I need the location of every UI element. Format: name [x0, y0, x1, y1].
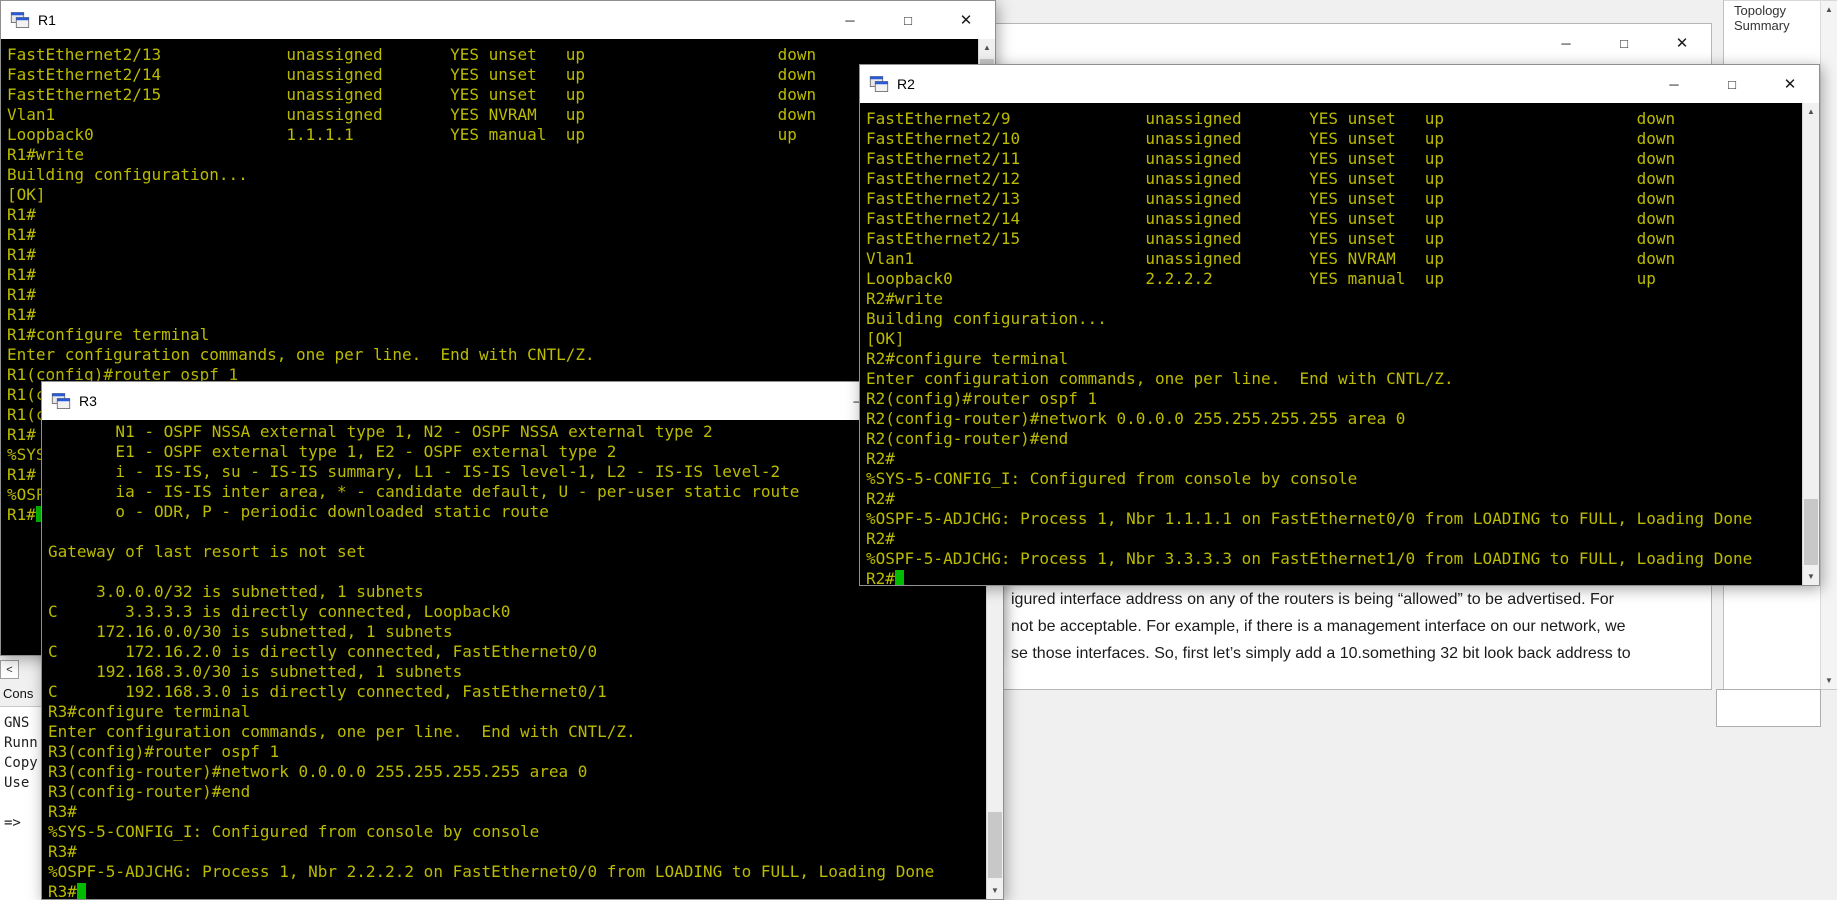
terminal-line: Building configuration...	[866, 309, 1107, 328]
terminal-line: Enter configuration commands, one per li…	[48, 722, 636, 741]
maximize-button[interactable]: □	[879, 1, 937, 39]
document-line: igured interface address on any of the r…	[1011, 591, 1614, 608]
terminal-line: FastEthernet2/14 unassigned YES unset up…	[7, 65, 817, 84]
terminal-line: 172.16.0.0/30 is subnetted, 1 subnets	[48, 622, 453, 641]
terminal-line: C 172.16.2.0 is directly connected, Fast…	[48, 642, 598, 661]
titlebar-r2[interactable]: R2 ─ □ ✕	[860, 65, 1819, 103]
terminal-line: [OK]	[7, 185, 46, 204]
terminal-line: R3(config-router)#network 0.0.0.0 255.25…	[48, 762, 588, 781]
terminal-line: R1#write	[7, 145, 85, 164]
putty-window-r2: R2 ─ □ ✕ FastEthernet2/9 unassigned YES …	[859, 64, 1820, 586]
terminal-line: FastEthernet2/12 unassigned YES unset up…	[866, 169, 1676, 188]
terminal-line: R1#configure terminal	[7, 325, 210, 344]
scroll-down-icon[interactable]: ▼	[1803, 568, 1819, 585]
topology-panel-scrollbar[interactable]: ▲ ▼	[1820, 1, 1837, 689]
terminal-cursor	[894, 570, 904, 585]
terminal-line: Vlan1 unassigned YES NVRAM up down	[866, 249, 1676, 268]
terminal-line: R3#	[48, 802, 77, 821]
maximize-button[interactable]: □	[1595, 24, 1653, 62]
terminal-line: R3#	[48, 882, 1003, 899]
terminal-line: R1#	[7, 245, 36, 264]
background-white-box	[1716, 689, 1821, 727]
putty-icon[interactable]	[10, 10, 30, 30]
terminal-line: R2#	[866, 529, 895, 548]
terminal-line: %OSPF-5-ADJCHG: Process 1, Nbr 2.2.2.2 o…	[48, 862, 935, 881]
document-titlebar[interactable]: ─ □ ✕	[881, 24, 1711, 62]
window-title-r2: R2	[897, 76, 915, 92]
terminal-line: FastEthernet2/13 unassigned YES unset up…	[7, 45, 817, 64]
terminal-cursor	[76, 883, 86, 899]
terminal-line: FastEthernet2/11 unassigned YES unset up…	[866, 149, 1676, 168]
terminal-line: Loopback0 2.2.2.2 YES manual up up	[866, 269, 1656, 288]
dock-scroll-left-button[interactable]: <	[0, 660, 19, 679]
scroll-up-icon[interactable]: ▲	[1821, 1, 1837, 18]
terminal-line: R2#write	[866, 289, 944, 308]
terminal-line: %OSPF-5-ADJCHG: Process 1, Nbr 1.1.1.1 o…	[866, 509, 1753, 528]
document-text: igured interface address on any of the r…	[1011, 586, 1631, 667]
close-button[interactable]: ✕	[1653, 24, 1711, 62]
terminal-line: %SYS-5-CONFIG_I: Configured from console…	[48, 822, 540, 841]
terminal-line: R3#	[48, 842, 77, 861]
terminal-output-r2[interactable]: FastEthernet2/9 unassigned YES unset up …	[860, 103, 1819, 585]
titlebar-r1[interactable]: R1 ─ □ ✕	[1, 1, 995, 39]
scroll-down-icon[interactable]: ▼	[987, 882, 1003, 899]
window-title-r3: R3	[79, 393, 97, 409]
close-button[interactable]: ✕	[1761, 65, 1819, 103]
console-dock-title: Cons	[3, 686, 34, 701]
terminal-line: FastEthernet2/9 unassigned YES unset up …	[866, 109, 1676, 128]
terminal-line: C 3.3.3.3 is directly connected, Loopbac…	[48, 602, 511, 621]
terminal-line: FastEthernet2/15 unassigned YES unset up…	[866, 229, 1676, 248]
document-line: not be acceptable. For example, if there…	[1011, 618, 1626, 635]
terminal-line: Building configuration...	[7, 165, 248, 184]
minimize-button[interactable]: ─	[821, 1, 879, 39]
terminal-line: R2#	[866, 489, 895, 508]
scroll-down-icon[interactable]: ▼	[1821, 672, 1837, 689]
chevron-left-icon: <	[6, 663, 13, 676]
scroll-up-icon[interactable]: ▲	[979, 39, 995, 56]
putty-icon[interactable]	[869, 74, 889, 94]
minimize-button[interactable]: ─	[1645, 65, 1703, 103]
terminal-line: FastEthernet2/14 unassigned YES unset up…	[866, 209, 1676, 228]
terminal-line: %SYS-5-CONFIG_I: Configured from console…	[866, 469, 1358, 488]
terminal-line: R2(config-router)#network 0.0.0.0 255.25…	[866, 409, 1406, 428]
scrollbar-r2[interactable]: ▲ ▼	[1802, 103, 1819, 585]
putty-icon[interactable]	[51, 391, 71, 411]
terminal-line: R3(config)#router ospf 1	[48, 742, 280, 761]
terminal-line: Enter configuration commands, one per li…	[866, 369, 1454, 388]
terminal-line: R1#	[7, 305, 36, 324]
terminal-line: FastEthernet2/10 unassigned YES unset up…	[866, 129, 1676, 148]
maximize-button[interactable]: □	[1703, 65, 1761, 103]
terminal-line: R1#	[7, 285, 36, 304]
terminal-line: Vlan1 unassigned YES NVRAM up down	[7, 105, 817, 124]
terminal-line: R2#	[866, 569, 1819, 585]
terminal-line: %OSPF-5-ADJCHG: Process 1, Nbr 3.3.3.3 o…	[866, 549, 1753, 568]
terminal-line: R1#	[7, 265, 36, 284]
topology-summary-title: Topology Summary	[1734, 3, 1790, 33]
scrollbar-thumb[interactable]	[988, 812, 1002, 878]
terminal-line: R2(config-router)#end	[866, 429, 1069, 448]
document-line: se those interfaces. So, first let’s sim…	[1011, 645, 1631, 662]
terminal-line: R2#	[866, 449, 895, 468]
terminal-line: Enter configuration commands, one per li…	[7, 345, 595, 364]
window-title-r1: R1	[38, 12, 56, 28]
scrollbar-thumb[interactable]	[1804, 499, 1818, 565]
terminal-line: R2(config)#router ospf 1	[866, 389, 1098, 408]
terminal-line: FastEthernet2/13 unassigned YES unset up…	[866, 189, 1676, 208]
terminal-line: [OK]	[866, 329, 905, 348]
terminal-line: Loopback0 1.1.1.1 YES manual up up	[7, 125, 797, 144]
minimize-button[interactable]: ─	[1537, 24, 1595, 62]
terminal-line: R3(config-router)#end	[48, 782, 251, 801]
terminal-line: C 192.168.3.0 is directly connected, Fas…	[48, 682, 607, 701]
terminal-line: R1#	[7, 225, 36, 244]
terminal-line: 192.168.3.0/30 is subnetted, 1 subnets	[48, 662, 463, 681]
close-button[interactable]: ✕	[937, 1, 995, 39]
terminal-line: R1#	[7, 205, 36, 224]
scroll-up-icon[interactable]: ▲	[1803, 103, 1819, 120]
terminal-line: FastEthernet2/15 unassigned YES unset up…	[7, 85, 817, 104]
terminal-line: R2#configure terminal	[866, 349, 1069, 368]
terminal-line: R3#configure terminal	[48, 702, 251, 721]
